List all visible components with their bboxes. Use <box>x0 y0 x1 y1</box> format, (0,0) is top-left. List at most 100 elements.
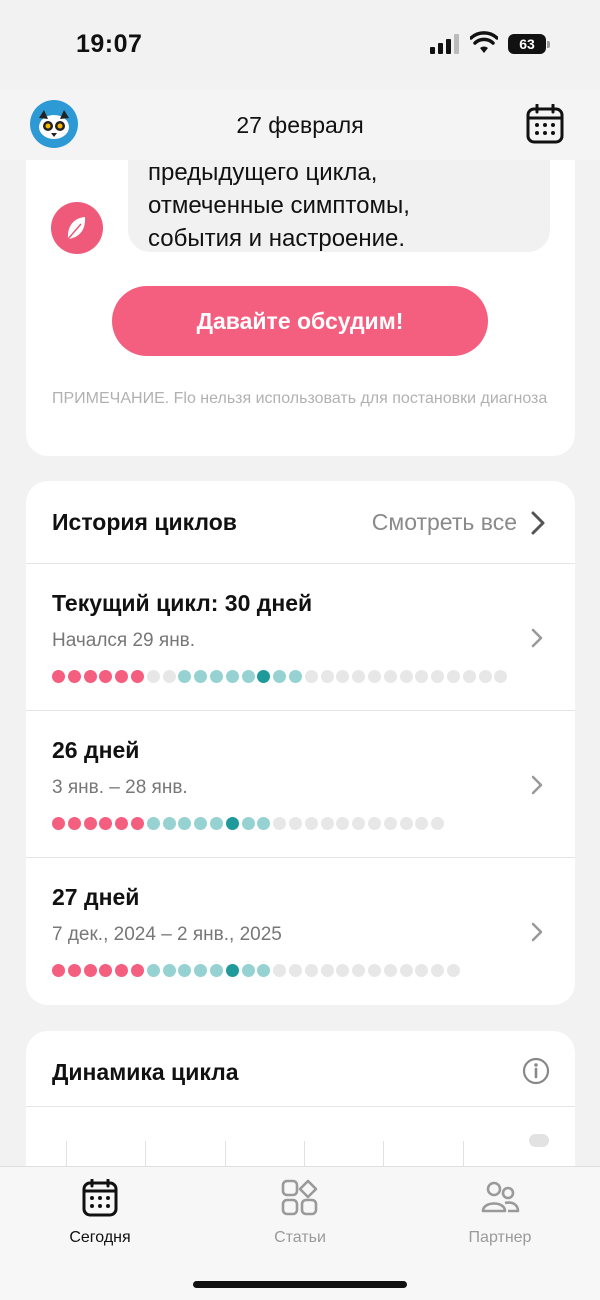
cycle-day-dot <box>241 817 255 830</box>
tab-partner[interactable]: Партнер <box>430 1179 570 1247</box>
section-title: История циклов <box>52 509 237 535</box>
cycle-day-dot <box>494 670 508 683</box>
cycle-day-dot <box>367 817 381 830</box>
cycle-day-dot <box>431 817 445 830</box>
tab-label: Сегодня <box>69 1229 131 1246</box>
wifi-icon <box>470 31 498 53</box>
cycle-day-dot <box>52 817 65 830</box>
cycle-row[interactable]: 27 дней 7 дек., 2024 – 2 янв., 2025 <box>26 858 575 1005</box>
calendar-icon <box>82 1179 118 1217</box>
cycle-day-dot <box>304 670 318 683</box>
cycle-day-dot <box>257 817 271 830</box>
cycle-day-dot <box>178 964 192 977</box>
cycle-dates: 3 янв. – 28 янв. <box>52 777 188 798</box>
cycle-day-dot <box>415 817 429 830</box>
cycle-day-dot <box>478 670 492 683</box>
section-title: Динамика цикла <box>52 1059 239 1085</box>
calendar-icon[interactable] <box>526 104 564 144</box>
cycle-title: Текущий цикл: 30 дней <box>52 590 313 616</box>
cycle-day-dot <box>225 964 239 977</box>
see-all-link[interactable]: Смотреть все <box>372 509 517 536</box>
cycle-day-dot <box>99 670 113 683</box>
tab-articles[interactable]: Статьи <box>230 1179 370 1247</box>
cycle-day-dot <box>446 964 460 977</box>
cycle-dates: 7 дек., 2024 – 2 янв., 2025 <box>52 924 282 945</box>
cycle-day-dot <box>178 817 192 830</box>
cycle-day-dot <box>320 670 334 683</box>
chevron-right-icon <box>531 775 543 795</box>
battery-level: 63 <box>508 34 546 54</box>
articles-grid-icon <box>281 1179 318 1216</box>
cycle-row[interactable]: Текущий цикл: 30 дней Начался 29 янв. <box>26 564 575 711</box>
cycle-day-dot <box>431 964 445 977</box>
cycle-day-dot <box>209 670 223 683</box>
tab-today[interactable]: Сегодня <box>30 1179 170 1247</box>
disclaimer-note: ПРИМЕЧАНИЕ. Flo нельзя использовать для … <box>52 390 548 407</box>
message-line: предыдущего цикла, <box>148 159 378 186</box>
partner-icon <box>481 1181 520 1213</box>
cycle-day-dot <box>273 670 287 683</box>
cycle-day-dot <box>415 670 429 683</box>
status-bar: 19:07 63 <box>0 0 600 90</box>
chart-legend-chip <box>529 1134 549 1147</box>
cellular-signal-icon <box>430 34 460 54</box>
cycle-day-dot <box>52 964 65 977</box>
cycle-day-dot <box>241 964 255 977</box>
cycle-day-dot <box>194 817 208 830</box>
cycle-day-dot <box>130 817 144 830</box>
cycle-day-dot <box>130 670 144 683</box>
cycle-day-dot <box>162 964 176 977</box>
cycle-day-dot <box>336 964 350 977</box>
cycle-day-dots <box>52 670 508 684</box>
cycle-day-dots <box>52 964 460 978</box>
cycle-day-dot <box>415 964 429 977</box>
discuss-button[interactable]: Давайте обсудим! <box>112 286 488 356</box>
flo-feather-icon <box>51 202 103 254</box>
chevron-right-icon <box>531 922 543 942</box>
message-line: события и настроение. <box>148 225 406 252</box>
cycle-day-dot <box>367 670 381 683</box>
cycle-day-dot <box>225 670 239 683</box>
home-indicator[interactable] <box>193 1281 407 1288</box>
tab-label: Статьи <box>274 1229 326 1246</box>
cycle-day-dot <box>336 670 350 683</box>
cycle-day-dot <box>304 817 318 830</box>
cycle-day-dot <box>273 964 287 977</box>
cycle-day-dot <box>352 964 366 977</box>
cycle-day-dot <box>209 964 223 977</box>
cycle-history-card: История циклов Смотреть все Текущий цикл… <box>26 481 575 1005</box>
cycle-row[interactable]: 26 дней 3 янв. – 28 янв. <box>26 711 575 858</box>
cycle-day-dot <box>115 964 129 977</box>
cycle-day-dot <box>67 964 81 977</box>
cycle-day-dot <box>352 817 366 830</box>
cycle-day-dot <box>99 964 113 977</box>
cycle-day-dot <box>83 817 97 830</box>
chevron-right-icon <box>531 511 545 535</box>
cycle-history-header[interactable]: История циклов Смотреть все <box>26 481 575 564</box>
cycle-day-dot <box>225 817 239 830</box>
info-icon[interactable] <box>522 1057 550 1085</box>
cycle-day-dot <box>257 964 271 977</box>
cycle-day-dot <box>336 817 350 830</box>
cycle-day-dot <box>399 670 413 683</box>
cycle-day-dot <box>99 817 113 830</box>
cycle-day-dot <box>162 670 176 683</box>
cycle-dynamics-header: Динамика цикла <box>26 1031 575 1107</box>
cycle-day-dot <box>146 817 160 830</box>
chevron-right-icon <box>531 628 543 648</box>
cycle-day-dot <box>162 817 176 830</box>
cycle-day-dot <box>431 670 445 683</box>
battery-icon: 63 <box>508 34 550 54</box>
top-header: 27 февраля <box>0 90 600 160</box>
cycle-day-dot <box>130 964 144 977</box>
cycle-day-dot <box>320 964 334 977</box>
cycle-day-dot <box>367 964 381 977</box>
cycle-day-dot <box>146 964 160 977</box>
cycle-day-dot <box>194 670 208 683</box>
cycle-day-dots <box>52 817 445 831</box>
page-title: 27 февраля <box>236 112 364 138</box>
message-line: отмеченные симптомы, <box>148 192 410 219</box>
cycle-day-dot <box>52 670 65 683</box>
cycle-day-dot <box>257 670 271 683</box>
cycle-day-dot <box>115 670 129 683</box>
